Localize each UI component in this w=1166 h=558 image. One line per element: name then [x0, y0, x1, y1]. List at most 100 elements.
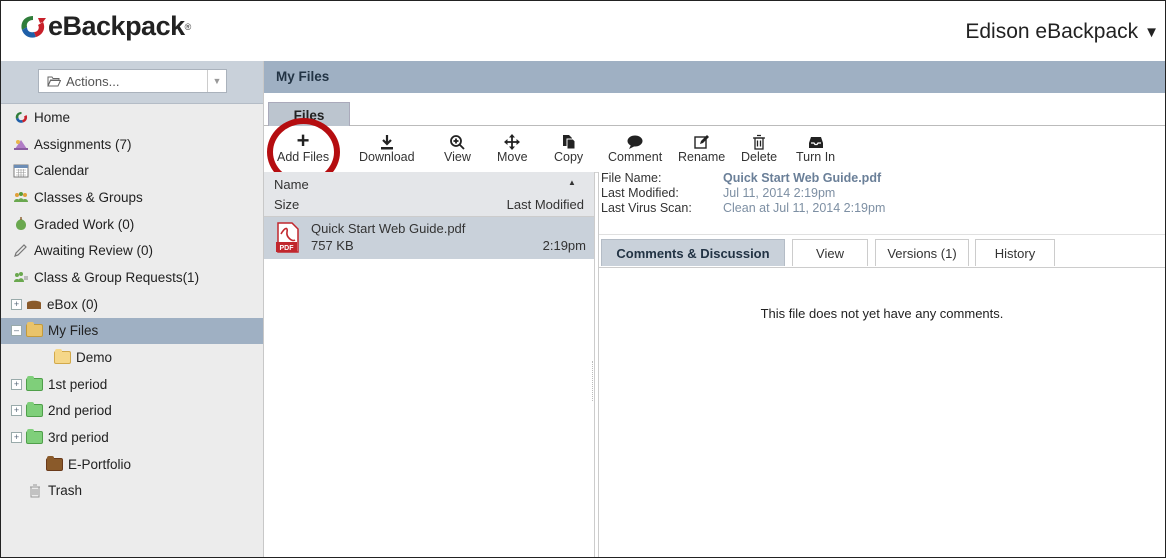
sidebar-item-label: 1st period — [48, 376, 108, 392]
column-size[interactable]: Size — [274, 197, 299, 212]
sidebar-item-label: eBox (0) — [47, 296, 99, 312]
rename-label: Rename — [678, 150, 726, 164]
file-modified-time: 2:19pm — [542, 238, 586, 253]
sidebar-item-graded-work[interactable]: Graded Work (0) — [1, 211, 263, 238]
sidebar-item-label: 3rd period — [48, 430, 109, 446]
file-details-panel: File Name: Quick Start Web Guide.pdf Las… — [598, 171, 1165, 557]
sort-ascending-icon[interactable]: ▲ — [568, 178, 576, 187]
last-modified-label: Last Modified: — [601, 186, 679, 200]
copy-icon — [562, 130, 576, 150]
sidebar-item-classes-groups[interactable]: Classes & Groups — [1, 184, 263, 211]
expand-icon[interactable]: + — [11, 405, 22, 417]
tab-view[interactable]: View — [792, 239, 868, 266]
tab-comments-discussion[interactable]: Comments & Discussion — [601, 239, 785, 266]
download-icon — [379, 130, 395, 150]
sidebar-item-ebox[interactable]: + eBox (0) — [1, 291, 263, 318]
tab-history[interactable]: History — [975, 239, 1055, 266]
move-button[interactable]: Move — [497, 130, 528, 164]
folder-open-icon — [47, 76, 61, 86]
top-bar: eBackpack ® Edison eBackpack ▼ — [1, 1, 1165, 61]
move-arrows-icon — [504, 130, 521, 150]
panel-splitter[interactable] — [592, 361, 596, 401]
sidebar-item-group-requests[interactable]: Class & Group Requests(1) — [1, 264, 263, 291]
home-logo-icon — [13, 110, 29, 124]
sidebar-item-3rd-period[interactable]: + 3rd period — [1, 424, 263, 451]
calendar-icon — [13, 164, 29, 178]
sidebar-item-assignments[interactable]: Assignments (7) — [1, 131, 263, 158]
empty-comments-message: This file does not yet have any comments… — [760, 306, 1004, 321]
ebackpack-logo[interactable]: eBackpack ® — [18, 11, 191, 42]
caret-down-icon: ▼ — [1144, 23, 1159, 41]
comment-label: Comment — [608, 150, 663, 164]
collapse-icon[interactable]: – — [11, 325, 22, 337]
expand-icon[interactable]: + — [11, 298, 22, 310]
logo-registered-mark: ® — [184, 21, 192, 32]
pdf-file-icon: PDF — [276, 222, 300, 256]
virus-scan-value: Clean at Jul 11, 2014 2:19pm — [723, 201, 886, 215]
sidebar-item-trash[interactable]: Trash — [1, 478, 263, 505]
sidebar-item-2nd-period[interactable]: + 2nd period — [1, 398, 263, 425]
turn-in-button[interactable]: Turn In — [796, 130, 835, 164]
sidebar-item-label: Class & Group Requests(1) — [34, 269, 200, 285]
trash-icon — [27, 484, 43, 498]
comment-button[interactable]: Comment — [608, 130, 662, 164]
folder-icon — [26, 402, 43, 418]
column-last-modified[interactable]: Last Modified — [507, 197, 584, 212]
ebackpack-logo-icon — [21, 15, 46, 38]
sidebar-item-demo[interactable]: Demo — [1, 344, 263, 371]
last-modified-value: Jul 11, 2014 2:19pm — [723, 186, 836, 200]
logo-text: eBackpack — [48, 11, 185, 41]
sidebar-item-label: Awaiting Review (0) — [34, 243, 154, 259]
file-name-label: File Name: — [601, 171, 662, 185]
sidebar-item-label: Trash — [48, 483, 83, 499]
chevron-down-icon: ▼ — [207, 70, 226, 92]
move-label: Move — [497, 150, 528, 164]
turn-in-label: Turn In — [796, 150, 836, 164]
download-label: Download — [359, 150, 415, 164]
sidebar-item-awaiting-review[interactable]: Awaiting Review (0) — [1, 237, 263, 264]
sidebar-item-1st-period[interactable]: + 1st period — [1, 371, 263, 398]
sidebar-item-my-files[interactable]: – My Files — [1, 317, 263, 345]
classes-groups-icon — [13, 190, 29, 204]
copy-button[interactable]: Copy — [554, 130, 583, 164]
copy-label: Copy — [554, 150, 584, 164]
tab-versions[interactable]: Versions (1) — [875, 239, 969, 266]
tab-bar: Files — [264, 93, 1165, 127]
expand-icon[interactable]: + — [11, 378, 22, 390]
app-window: eBackpack ® Edison eBackpack ▼ Actions...… — [0, 0, 1166, 558]
user-menu[interactable]: Edison eBackpack ▼ — [965, 20, 1159, 44]
file-name-value: Quick Start Web Guide.pdf — [723, 171, 882, 185]
inbox-tray-icon — [808, 130, 824, 150]
edit-icon — [693, 130, 710, 150]
plus-icon: + — [296, 128, 310, 153]
add-files-label: Add Files — [277, 150, 330, 164]
file-name: Quick Start Web Guide.pdf — [311, 221, 466, 236]
assignments-icon — [13, 137, 29, 151]
folder-icon — [54, 349, 71, 365]
comment-icon — [626, 130, 644, 150]
file-row[interactable]: PDF Quick Start Web Guide.pdf 757 KB 2:1… — [264, 217, 594, 259]
ebox-icon — [26, 297, 42, 311]
sidebar-item-label: Demo — [76, 350, 113, 366]
expand-icon[interactable]: + — [11, 432, 22, 444]
folder-icon — [26, 375, 43, 391]
group-requests-icon — [13, 270, 29, 284]
trash-icon — [752, 130, 766, 150]
sidebar-item-home[interactable]: Home — [1, 104, 263, 131]
file-list: Name ▲ Size Last Modified PDF Quick Star… — [264, 172, 595, 557]
delete-button[interactable]: Delete — [741, 130, 777, 164]
add-files-button[interactable]: + Add Files — [277, 128, 330, 165]
main-panel: My Files Files + Add Files Download View… — [264, 61, 1165, 557]
tab-files[interactable]: Files — [268, 102, 350, 127]
view-button[interactable]: View — [444, 130, 471, 164]
actions-dropdown[interactable]: Actions... ▼ — [38, 69, 227, 93]
sidebar-item-label: 2nd period — [48, 403, 112, 419]
sidebar-item-label: My Files — [48, 323, 99, 339]
sidebar-item-e-portfolio[interactable]: E-Portfolio — [1, 451, 263, 478]
virus-scan-label: Last Virus Scan: — [601, 201, 692, 215]
sidebar-item-label: Classes & Groups — [34, 189, 143, 205]
sidebar-item-calendar[interactable]: Calendar — [1, 157, 263, 184]
rename-button[interactable]: Rename — [678, 130, 725, 164]
column-name[interactable]: Name — [274, 177, 309, 192]
download-button[interactable]: Download — [359, 130, 415, 164]
